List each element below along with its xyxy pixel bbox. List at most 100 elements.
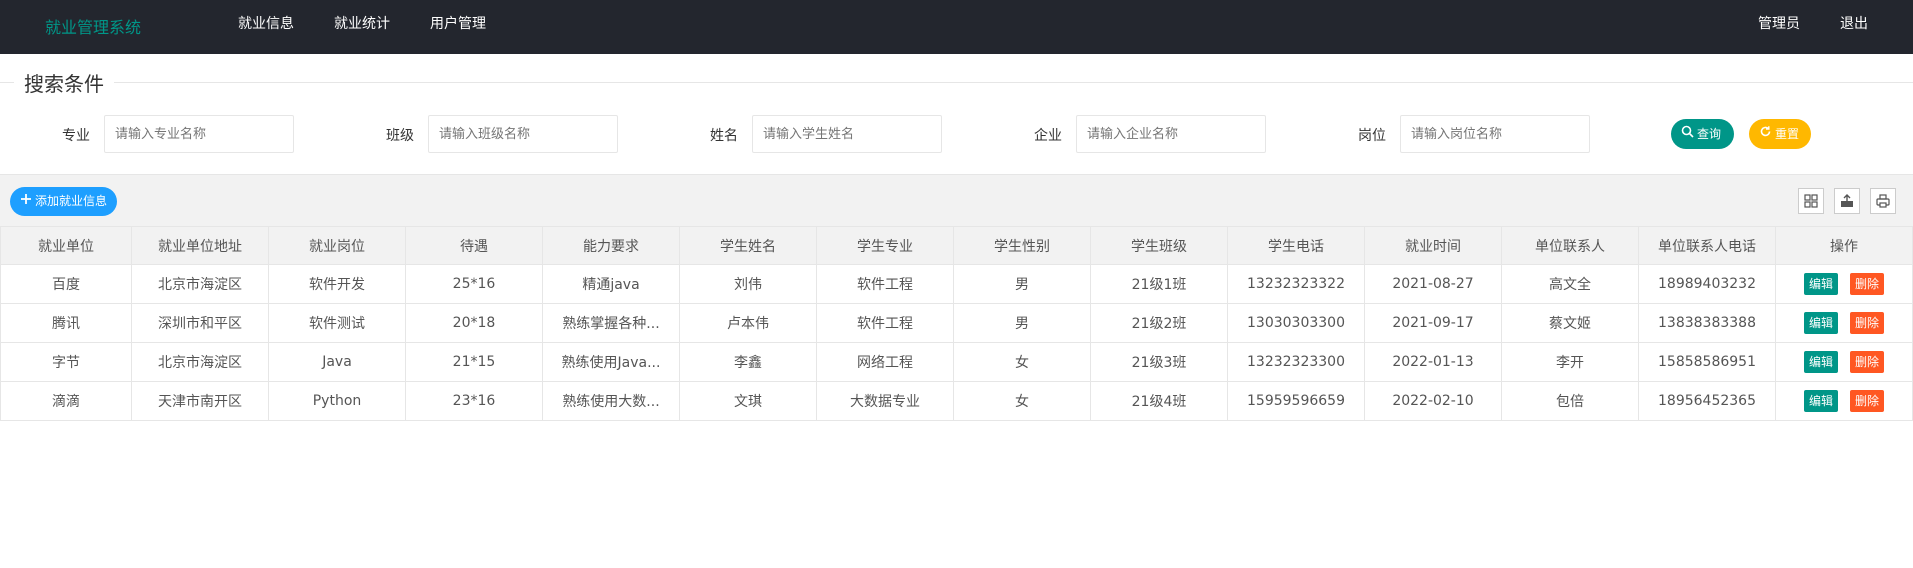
row-actions: 编辑 删除 — [1775, 264, 1913, 304]
table-cell: 百度 — [0, 264, 132, 304]
table-cell: 文琪 — [679, 381, 817, 421]
main-nav: 就业信息 就业统计 用户管理 — [218, 0, 506, 54]
column-header[interactable]: 能力要求 — [542, 226, 680, 265]
nav-item-user-management[interactable]: 用户管理 — [410, 0, 506, 54]
column-header[interactable]: 就业岗位 — [268, 226, 406, 265]
refresh-icon — [1759, 119, 1772, 149]
table-row[interactable]: 百度 北京市海淀区 软件开发 25*16 精通java 刘伟 软件工程男 21级1班 13232… — [0, 264, 1913, 304]
table-cell: 25*16 — [405, 264, 543, 304]
table-cell: 软件工程 — [816, 303, 954, 343]
column-header[interactable]: 就业单位 — [0, 226, 132, 265]
print-icon[interactable] — [1870, 188, 1896, 214]
column-header[interactable]: 学生性别 — [953, 226, 1091, 265]
table-row[interactable]: 滴滴 天津市南开区 Python 23*16 熟练使用大数... 文琪 大数据专业女 21级4… — [0, 381, 1913, 421]
table-cell: 李开 — [1501, 342, 1639, 382]
table-cell: 男 — [953, 264, 1091, 304]
class-input[interactable] — [428, 115, 618, 153]
search-legend: 搜索条件 — [14, 68, 114, 97]
delete-button[interactable]: 删除 — [1850, 351, 1885, 373]
table-cell: Python — [268, 381, 406, 421]
table-cell: 13232323300 — [1227, 342, 1365, 382]
column-header[interactable]: 学生姓名 — [679, 226, 817, 265]
column-header[interactable]: 学生电话 — [1227, 226, 1365, 265]
table-header-row: 就业单位 就业单位地址 就业岗位 待遇 能力要求 学生姓名 学生专业 学生性别 … — [0, 226, 1913, 265]
name-label: 姓名 — [710, 128, 738, 144]
table-cell: 大数据专业 — [816, 381, 954, 421]
table-cell: 2022-01-13 — [1364, 342, 1502, 382]
table-cell: 精通java — [542, 264, 680, 304]
table-cell: 卢本伟 — [679, 303, 817, 343]
delete-button[interactable]: 删除 — [1850, 390, 1885, 412]
reset-button[interactable]: 重置 — [1749, 119, 1811, 149]
column-header[interactable]: 待遇 — [405, 226, 543, 265]
table-row[interactable]: 字节 北京市海淀区 Java 21*15 熟练使用Java... 李鑫 网络工程女 21级3班… — [0, 342, 1913, 382]
delete-button[interactable]: 删除 — [1850, 312, 1885, 334]
table-cell: 2021-08-27 — [1364, 264, 1502, 304]
fieldset-divider — [0, 82, 1913, 83]
nav-item-employment-stats[interactable]: 就业统计 — [314, 0, 410, 54]
query-button[interactable]: 查询 — [1671, 119, 1734, 149]
nav-item-employment-info[interactable]: 就业信息 — [218, 0, 314, 54]
column-header[interactable]: 就业单位地址 — [131, 226, 269, 265]
row-actions: 编辑 删除 — [1775, 303, 1913, 343]
edit-button[interactable]: 编辑 — [1803, 273, 1838, 295]
query-label: 查询 — [1697, 127, 1722, 141]
major-input[interactable] — [104, 115, 294, 153]
table-cell: 天津市南开区 — [131, 381, 269, 421]
user-menu[interactable]: 管理员 — [1738, 0, 1820, 54]
table-cell: 15858586951 — [1638, 342, 1776, 382]
table-cell: 腾讯 — [0, 303, 132, 343]
table-body: 百度 北京市海淀区 软件开发 25*16 精通java 刘伟 软件工程男 21级1班 13232… — [0, 264, 1913, 421]
app-logo[interactable]: 就业管理系统 — [45, 14, 141, 38]
column-header[interactable]: 学生班级 — [1090, 226, 1228, 265]
column-header[interactable]: 就业时间 — [1364, 226, 1502, 265]
column-header[interactable]: 学生专业 — [816, 226, 954, 265]
company-label: 企业 — [1034, 128, 1062, 144]
table-cell: Java — [268, 342, 406, 382]
edit-button[interactable]: 编辑 — [1803, 312, 1838, 334]
table-cell: 软件测试 — [268, 303, 406, 343]
table-cell: 21级2班 — [1090, 303, 1228, 343]
top-header: 就业管理系统 就业信息 就业统计 用户管理 管理员 退出 — [0, 0, 1913, 54]
table-cell: 熟练使用Java... — [542, 342, 680, 382]
logout-link[interactable]: 退出 — [1820, 0, 1888, 54]
table-cell: 20*18 — [405, 303, 543, 343]
delete-button[interactable]: 删除 — [1850, 273, 1885, 295]
class-label: 班级 — [386, 128, 414, 144]
student-name-input[interactable] — [752, 115, 942, 153]
major-label: 专业 — [62, 128, 90, 144]
company-input[interactable] — [1076, 115, 1266, 153]
column-header[interactable]: 单位联系人电话 — [1638, 226, 1776, 265]
table-cell: 21级3班 — [1090, 342, 1228, 382]
table-cell: 熟练掌握各种... — [542, 303, 680, 343]
row-actions: 编辑 删除 — [1775, 342, 1913, 382]
table-cell: 软件开发 — [268, 264, 406, 304]
search-form: 专业 班级 姓名 企业 岗位 查询 重置 — [0, 115, 1913, 153]
table-cell: 23*16 — [405, 381, 543, 421]
columns-icon[interactable] — [1798, 188, 1824, 214]
position-input[interactable] — [1400, 115, 1590, 153]
row-actions: 编辑 删除 — [1775, 381, 1913, 421]
table-cell: 包倍 — [1501, 381, 1639, 421]
table-cell: 13838383388 — [1638, 303, 1776, 343]
table-cell: 13030303300 — [1227, 303, 1365, 343]
column-header[interactable]: 单位联系人 — [1501, 226, 1639, 265]
table-cell: 蔡文姬 — [1501, 303, 1639, 343]
table-cell: 软件工程 — [816, 264, 954, 304]
table-cell: 2021-09-17 — [1364, 303, 1502, 343]
table-cell: 高文全 — [1501, 264, 1639, 304]
search-icon — [1681, 119, 1694, 149]
export-icon[interactable] — [1834, 188, 1860, 214]
table-cell: 字节 — [0, 342, 132, 382]
edit-button[interactable]: 编辑 — [1803, 390, 1838, 412]
edit-button[interactable]: 编辑 — [1803, 351, 1838, 373]
column-header[interactable]: 操作 — [1775, 226, 1913, 265]
table-row[interactable]: 腾讯 深圳市和平区 软件测试 20*18 熟练掌握各种... 卢本伟 软件工程男 21级2班 1… — [0, 303, 1913, 343]
add-employment-button[interactable]: 添加就业信息 — [10, 187, 118, 216]
reset-label: 重置 — [1775, 127, 1800, 141]
table-cell: 21级4班 — [1090, 381, 1228, 421]
table-cell: 熟练使用大数... — [542, 381, 680, 421]
table-cell: 刘伟 — [679, 264, 817, 304]
table-cell: 21*15 — [405, 342, 543, 382]
user-nav: 管理员 退出 — [1738, 0, 1888, 54]
